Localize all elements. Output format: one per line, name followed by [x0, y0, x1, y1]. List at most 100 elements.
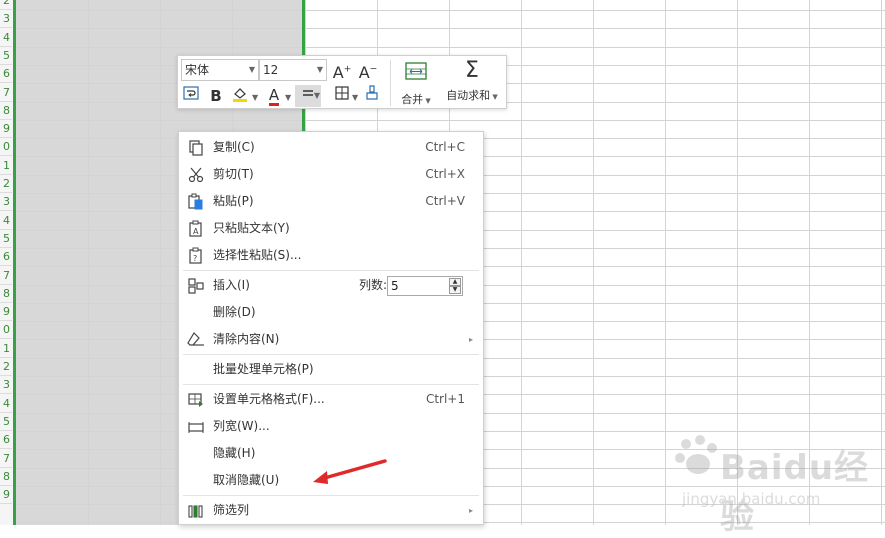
- gridline-horizontal: [16, 28, 885, 29]
- align-button[interactable]: ▼: [295, 85, 321, 107]
- column-count-stepper[interactable]: 5 ▲ ▼: [387, 276, 463, 296]
- row-number[interactable]: 1: [0, 340, 12, 358]
- increase-font-button[interactable]: A+: [331, 59, 353, 82]
- watermark: Baidu经验 jingyan.baidu.com: [672, 432, 882, 537]
- menu-item-copy[interactable]: 复制(C) Ctrl+C: [179, 134, 483, 161]
- borders-button[interactable]: [331, 85, 353, 107]
- chevron-down-icon[interactable]: ▼: [252, 93, 258, 102]
- row-number[interactable]: 4: [0, 395, 12, 413]
- menu-item-clear-contents[interactable]: 清除内容(N) ▸: [179, 326, 483, 353]
- row-number[interactable]: 9: [0, 120, 12, 138]
- font-color-icon: A: [268, 86, 280, 106]
- row-number[interactable]: 5: [0, 413, 12, 431]
- annotation-arrow: [313, 459, 387, 484]
- merge-button[interactable]: 合并 ▼: [396, 60, 436, 108]
- row-number[interactable]: 6: [0, 65, 12, 83]
- menu-shortcut: Ctrl+1: [425, 392, 465, 406]
- font-color-button[interactable]: A: [263, 85, 285, 107]
- scissors-icon: [188, 167, 204, 183]
- menu-label: 删除(D): [213, 305, 256, 319]
- menu-item-format-cells[interactable]: 设置单元格格式(F)... Ctrl+1: [179, 386, 483, 413]
- row-number[interactable]: 2: [0, 0, 12, 10]
- menu-label: 粘贴(P): [213, 194, 254, 208]
- row-number[interactable]: 7: [0, 450, 12, 468]
- borders-icon: [335, 86, 349, 100]
- menu-label: 剪切(T): [213, 167, 254, 181]
- menu-shortcut: Ctrl+V: [425, 194, 465, 208]
- mini-toolbar: 宋体 ▼ 12 ▼ A+ A− B ▼ A ▼ ▼ ▼ 合并 ▼ Σ 自动求和 …: [177, 55, 507, 109]
- menu-item-column-width[interactable]: 列宽(W)...: [179, 413, 483, 440]
- menu-item-delete[interactable]: 删除(D): [179, 299, 483, 326]
- arrow-head: [313, 471, 328, 484]
- paw-icon: [675, 435, 717, 474]
- row-number[interactable]: 7: [0, 84, 12, 102]
- gridline-vertical: [88, 0, 89, 525]
- row-number[interactable]: 3: [0, 376, 12, 394]
- wrap-text-button[interactable]: [180, 85, 202, 107]
- menu-separator: [183, 495, 479, 496]
- toolbar-divider: [390, 60, 391, 106]
- menu-separator: [183, 270, 479, 271]
- column-count-label: 列数:: [359, 278, 388, 292]
- copy-icon: [189, 140, 203, 156]
- autosum-button[interactable]: Σ 自动求和 ▼: [440, 60, 504, 108]
- svg-text:?: ?: [193, 254, 197, 263]
- row-number[interactable]: 8: [0, 285, 12, 303]
- row-number[interactable]: 1: [0, 157, 12, 175]
- menu-separator: [183, 384, 479, 385]
- menu-shortcut: Ctrl+C: [425, 140, 465, 154]
- row-number[interactable]: 8: [0, 468, 12, 486]
- row-number[interactable]: 9: [0, 486, 12, 504]
- menu-item-cut[interactable]: 剪切(T) Ctrl+X: [179, 161, 483, 188]
- column-count-value: 5: [391, 279, 399, 293]
- menu-item-paste-text[interactable]: A 只粘贴文本(Y): [179, 215, 483, 242]
- row-number[interactable]: 6: [0, 431, 12, 449]
- chevron-right-icon: ▸: [468, 506, 473, 515]
- stepper-down-icon[interactable]: ▼: [449, 286, 461, 294]
- menu-item-filter-column[interactable]: 筛选列 ▸: [179, 497, 483, 524]
- menu-item-batch-process[interactable]: 批量处理单元格(P): [179, 356, 483, 383]
- decrease-font-button[interactable]: A−: [357, 59, 379, 82]
- row-number[interactable]: 3: [0, 193, 12, 211]
- row-number[interactable]: 5: [0, 47, 12, 65]
- row-number[interactable]: 2: [0, 175, 12, 193]
- row-number[interactable]: 2: [0, 358, 12, 376]
- chevron-down-icon[interactable]: ▼: [352, 93, 358, 102]
- format-painter-button[interactable]: [361, 85, 383, 107]
- menu-shortcut: Ctrl+X: [425, 167, 465, 181]
- row-number[interactable]: 7: [0, 267, 12, 285]
- row-number[interactable]: 4: [0, 212, 12, 230]
- menu-item-insert[interactable]: 插入(I) 列数: 5 ▲ ▼: [179, 272, 483, 299]
- menu-item-paste-special[interactable]: ? 选择性粘贴(S)...: [179, 242, 483, 269]
- gridline-horizontal: [16, 10, 885, 11]
- row-headers[interactable]: 2345678901234567890123456789: [0, 0, 14, 525]
- stepper-up-icon[interactable]: ▲: [449, 278, 461, 286]
- font-size-select[interactable]: 12 ▼: [259, 59, 327, 81]
- menu-item-paste[interactable]: 粘贴(P) Ctrl+V: [179, 188, 483, 215]
- row-number[interactable]: 3: [0, 10, 12, 28]
- gridline-vertical: [521, 0, 522, 525]
- row-number[interactable]: 4: [0, 29, 12, 47]
- insert-icon: [188, 278, 204, 294]
- autosum-label: 自动求和: [446, 89, 491, 102]
- gridline-horizontal: [16, 47, 885, 48]
- column-width-icon: [188, 422, 204, 433]
- row-number[interactable]: 0: [0, 138, 12, 156]
- font-name-select[interactable]: 宋体 ▼: [181, 59, 259, 81]
- menu-label: 只粘贴文本(Y): [213, 221, 290, 235]
- row-number[interactable]: 8: [0, 102, 12, 120]
- row-number[interactable]: 0: [0, 321, 12, 339]
- fill-color-button[interactable]: [229, 85, 251, 107]
- menu-label: 列宽(W)...: [213, 419, 270, 433]
- chevron-down-icon[interactable]: ▼: [285, 93, 291, 102]
- arrow-shaft: [319, 459, 387, 481]
- selection-left-border: [13, 0, 16, 525]
- paste-text-icon: A: [189, 220, 202, 237]
- chevron-down-icon: ▼: [316, 65, 323, 74]
- menu-label: 取消隐藏(U): [213, 473, 280, 487]
- row-number[interactable]: 9: [0, 303, 12, 321]
- row-number[interactable]: 6: [0, 248, 12, 266]
- row-number[interactable]: 5: [0, 230, 12, 248]
- bold-button[interactable]: B: [205, 85, 227, 107]
- chevron-right-icon: ▸: [468, 335, 473, 344]
